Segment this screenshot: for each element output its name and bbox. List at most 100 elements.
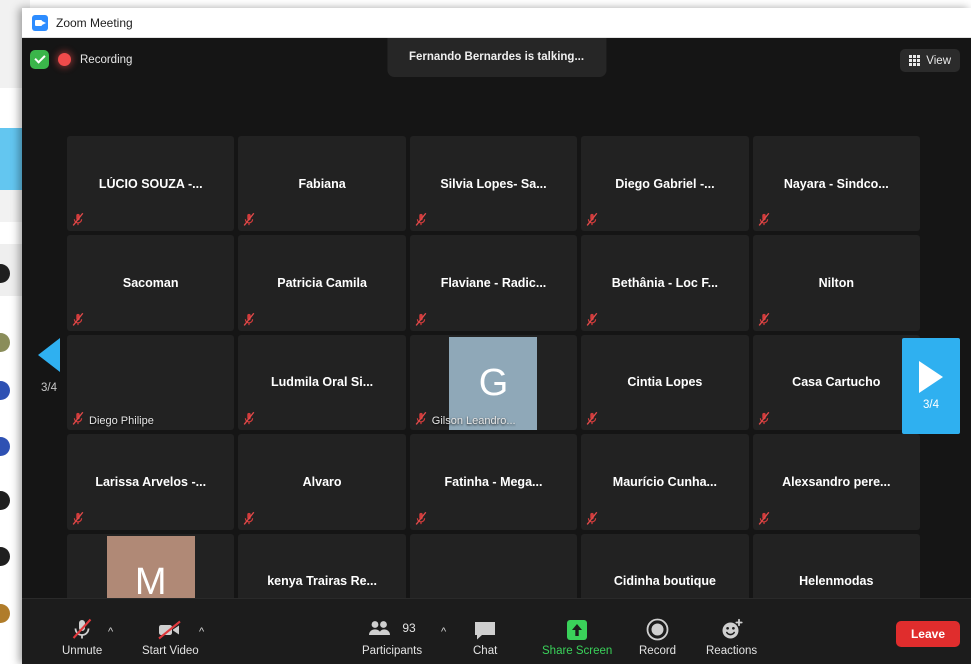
participant-name: Flaviane - Radic... (416, 276, 571, 290)
microphone-muted-icon (415, 312, 427, 327)
smiley-plus-icon (720, 615, 744, 641)
record-circle-icon (646, 615, 669, 641)
start-video-button[interactable]: Start Video (142, 615, 199, 657)
audio-options-caret[interactable]: ^ (108, 626, 113, 638)
meeting-topbar: Recording Fernando Bernardes is talking.… (22, 38, 971, 86)
meeting-area: Recording Fernando Bernardes is talking.… (22, 38, 971, 664)
video-options-caret[interactable]: ^ (199, 626, 204, 638)
participants-count: 93 (402, 621, 415, 635)
recording-status-group: Recording (30, 50, 132, 69)
participant-tile[interactable]: Bethânia - Loc F... (581, 235, 748, 330)
zoom-logo-icon (32, 15, 48, 31)
microphone-muted-icon (415, 411, 427, 426)
participant-tile[interactable]: Diego Gabriel -... (581, 136, 748, 231)
record-label: Record (639, 645, 676, 657)
participant-name: Diego Philipe (89, 415, 154, 427)
people-icon: 93 (368, 615, 415, 641)
microphone-muted-icon (586, 312, 598, 327)
participant-tile[interactable]: Ludmila Oral Si... (238, 335, 405, 430)
participant-tile[interactable]: Patricia Camila (238, 235, 405, 330)
participant-tile[interactable]: Diego Philipe (67, 335, 234, 430)
participant-name: Alexsandro pere... (759, 475, 914, 489)
start-video-label: Start Video (142, 645, 199, 657)
microphone-muted-icon (72, 212, 84, 227)
camera-muted-icon (156, 615, 184, 641)
participant-name: Bethânia - Loc F... (587, 276, 742, 290)
window-titlebar: Zoom Meeting (22, 8, 971, 38)
participants-label: Participants (362, 645, 422, 657)
chevron-right-icon (919, 361, 943, 393)
participant-name: Ludmila Oral Si... (244, 375, 399, 389)
microphone-muted-icon (415, 511, 427, 526)
microphone-muted-icon (243, 511, 255, 526)
participant-tile[interactable]: Nilton (753, 235, 920, 330)
record-button[interactable]: Record (639, 615, 676, 657)
participant-name: Fatinha - Mega... (416, 475, 571, 489)
window-title: Zoom Meeting (56, 16, 133, 30)
participant-tile[interactable]: Casa Cartucho (753, 335, 920, 430)
participant-tile[interactable]: LÚCIO SOUZA -... (67, 136, 234, 231)
participant-name: kenya Trairas Re... (244, 574, 399, 588)
chat-button[interactable]: Chat (473, 615, 497, 657)
share-screen-up-arrow-icon (566, 615, 588, 641)
participants-options-caret[interactable]: ^ (441, 626, 446, 638)
participant-tile[interactable]: Sacoman (67, 235, 234, 330)
reactions-label: Reactions (706, 645, 757, 657)
participant-tile[interactable]: Cintia Lopes (581, 335, 748, 430)
microphone-muted-icon (70, 615, 94, 641)
participant-name: Alvaro (244, 475, 399, 489)
participant-tile[interactable]: Maurício Cunha... (581, 434, 748, 529)
participant-name: Casa Cartucho (759, 375, 914, 389)
participant-tile[interactable]: Silvia Lopes- Sa... (410, 136, 577, 231)
participant-tile[interactable]: Nayara - Sindco... (753, 136, 920, 231)
microphone-muted-icon (758, 312, 770, 327)
chat-label: Chat (473, 645, 497, 657)
microphone-muted-icon (72, 312, 84, 327)
microphone-muted-icon (586, 511, 598, 526)
share-screen-button[interactable]: Share Screen (542, 615, 612, 657)
participant-name: Nayara - Sindco... (759, 177, 914, 191)
microphone-muted-icon (758, 411, 770, 426)
participant-name: Cintia Lopes (587, 375, 742, 389)
participant-gallery: LÚCIO SOUZA -... Fabiana Silvia Lopes- Sa.… (67, 136, 920, 629)
microphone-muted-icon (415, 212, 427, 227)
next-page-button[interactable]: 3/4 (902, 338, 960, 434)
meeting-toolbar: Unmute ^ Start Video ^ (22, 598, 971, 664)
shield-check-icon[interactable] (30, 50, 49, 69)
unmute-label: Unmute (62, 645, 102, 657)
microphone-muted-icon (243, 312, 255, 327)
previous-page-button[interactable]: 3/4 (32, 338, 66, 394)
view-button[interactable]: View (900, 49, 960, 72)
participant-tile[interactable]: Alvaro (238, 434, 405, 529)
microphone-muted-icon (586, 212, 598, 227)
participant-name: Sacoman (73, 276, 228, 290)
grid-icon (909, 55, 920, 66)
participant-tile[interactable]: Larissa Arvelos -... (67, 434, 234, 529)
record-dot-icon[interactable] (58, 53, 71, 66)
microphone-muted-icon (243, 212, 255, 227)
participant-tile[interactable]: Fabiana (238, 136, 405, 231)
leave-button[interactable]: Leave (896, 621, 960, 647)
participant-name: Cidinha boutique (587, 574, 742, 588)
participant-name: LÚCIO SOUZA -... (73, 177, 228, 191)
participant-tile[interactable]: Flaviane - Radic... (410, 235, 577, 330)
active-speaker-banner: Fernando Bernardes is talking... (387, 38, 606, 77)
prev-page-indicator: 3/4 (32, 382, 66, 394)
zoom-meeting-window: Zoom Meeting Recording Fernando Bernarde… (22, 8, 971, 664)
participant-name: Diego Gabriel -... (587, 177, 742, 191)
participant-name: Larissa Arvelos -... (73, 475, 228, 489)
recording-label: Recording (80, 54, 132, 66)
reactions-button[interactable]: Reactions (706, 615, 757, 657)
participant-name: Silvia Lopes- Sa... (416, 177, 571, 191)
participant-tile[interactable]: Alexsandro pere... (753, 434, 920, 529)
next-page-indicator: 3/4 (923, 399, 939, 411)
participant-name: Gilson Leandro... (432, 415, 516, 427)
chevron-left-icon (38, 338, 60, 372)
participant-tile[interactable]: GGilson Leandro... (410, 335, 577, 430)
unmute-button[interactable]: Unmute (62, 615, 102, 657)
participant-tile[interactable]: Fatinha - Mega... (410, 434, 577, 529)
participants-button[interactable]: 93 Participants (362, 615, 422, 657)
microphone-muted-icon (243, 411, 255, 426)
participant-name: Fabiana (244, 177, 399, 191)
microphone-muted-icon (758, 212, 770, 227)
